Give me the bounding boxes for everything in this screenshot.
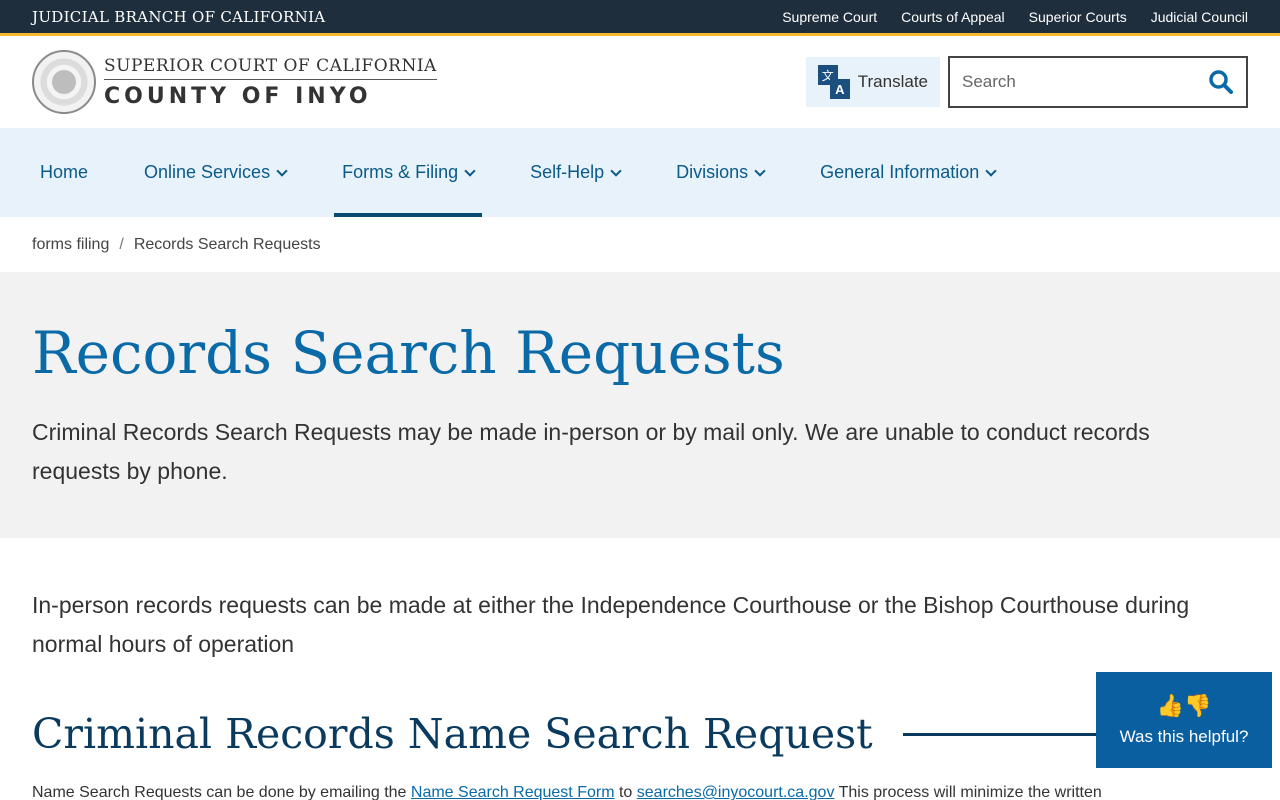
nav-general-information[interactable]: General Information <box>788 128 1019 217</box>
thumbs-icon: 👍👎 <box>1156 693 1212 718</box>
link-judicial-council[interactable]: Judicial Council <box>1151 9 1248 25</box>
chevron-down-icon <box>610 164 622 177</box>
section-heading: Criminal Records Name Search Request <box>32 710 1248 758</box>
searches-email-link[interactable]: searches@inyocourt.ca.gov <box>637 784 835 800</box>
page-hero: Records Search Requests Criminal Records… <box>0 272 1280 538</box>
search-box <box>948 56 1248 108</box>
link-supreme-court[interactable]: Supreme Court <box>782 9 877 25</box>
judicial-branch-title[interactable]: JUDICIAL BRANCH OF CALIFORNIA <box>32 8 325 26</box>
chevron-down-icon <box>754 164 766 177</box>
court-name: SUPERIOR COURT OF CALIFORNIA <box>104 56 437 80</box>
link-courts-of-appeal[interactable]: Courts of Appeal <box>901 9 1005 25</box>
breadcrumb: forms filing / Records Search Requests <box>0 217 1280 272</box>
helpful-label: Was this helpful? <box>1119 727 1249 746</box>
nav-self-help[interactable]: Self-Help <box>498 128 644 217</box>
main-nav: Home Online Services Forms & Filing Self… <box>0 128 1280 217</box>
nav-online-services[interactable]: Online Services <box>112 128 310 217</box>
link-superior-courts[interactable]: Superior Courts <box>1029 9 1127 25</box>
name-search-form-link[interactable]: Name Search Request Form <box>411 784 615 800</box>
page-lead: Criminal Records Search Requests may be … <box>32 418 1150 484</box>
site-header: SUPERIOR COURT OF CALIFORNIA COUNTY OF I… <box>0 36 1280 128</box>
chevron-down-icon <box>464 164 476 177</box>
page-title: Records Search Requests <box>32 319 785 387</box>
search-icon[interactable] <box>1208 69 1234 95</box>
nav-forms-filing[interactable]: Forms & Filing <box>310 128 498 217</box>
search-input[interactable] <box>962 72 1182 92</box>
chevron-down-icon <box>985 164 997 177</box>
judicial-branch-bar: JUDICIAL BRANCH OF CALIFORNIA Supreme Co… <box>0 0 1280 36</box>
breadcrumb-parent[interactable]: forms filing <box>32 236 109 254</box>
chevron-down-icon <box>276 164 288 177</box>
court-logo[interactable]: SUPERIOR COURT OF CALIFORNIA COUNTY OF I… <box>32 50 437 114</box>
main-content: In-person records requests can be made a… <box>0 538 1280 800</box>
nav-divisions[interactable]: Divisions <box>644 128 788 217</box>
name-search-paragraph: Name Search Requests can be done by emai… <box>32 784 1102 800</box>
judicial-links: Supreme Court Courts of Appeal Superior … <box>782 9 1248 25</box>
translate-icon: 文A <box>817 65 850 99</box>
translate-button[interactable]: 文A Translate <box>805 57 940 107</box>
intro-paragraph: In-person records requests can be made a… <box>32 592 1190 658</box>
nav-home[interactable]: Home <box>8 128 112 217</box>
court-seal-icon <box>32 50 96 114</box>
section-title: Criminal Records Name Search Request <box>32 710 873 759</box>
breadcrumb-current: Records Search Requests <box>133 235 321 253</box>
was-this-helpful-button[interactable]: 👍👎 Was this helpful? <box>1096 672 1272 768</box>
breadcrumb-separator: / <box>119 235 124 253</box>
county-name: COUNTY OF INYO <box>104 83 372 109</box>
translate-label: Translate <box>857 72 928 91</box>
